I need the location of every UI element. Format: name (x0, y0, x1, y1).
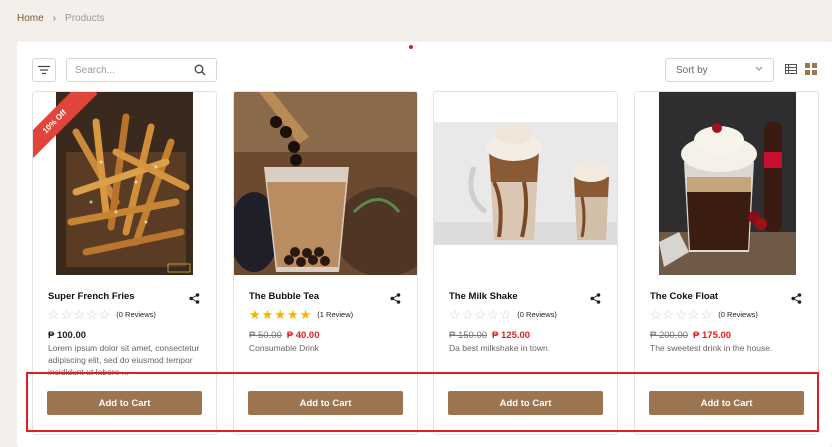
star-empty-icon: ☆ (73, 307, 85, 322)
product-image-milk-shake (434, 122, 617, 245)
star-empty-icon: ☆ (48, 307, 60, 322)
rating-stars: ★ ★ ★ ★ ★ (1 Review) (249, 308, 353, 321)
share-icon[interactable] (189, 293, 200, 304)
filter-button[interactable] (32, 58, 56, 82)
price-block: ₱ 200.00 ₱ 175.00 (650, 330, 731, 341)
review-count[interactable]: (0 Reviews) (116, 310, 156, 319)
share-icon[interactable] (791, 293, 802, 304)
star-empty-icon: ☆ (675, 307, 687, 322)
sort-select[interactable]: Sort by (665, 58, 774, 82)
star-empty-icon: ☆ (461, 307, 474, 322)
list-view-icon[interactable] (785, 64, 797, 74)
star-empty-icon: ☆ (650, 307, 662, 322)
original-price: ₱ 150.00 (449, 330, 488, 341)
sale-price: ₱ 40.00 (286, 330, 320, 341)
search-input[interactable] (75, 63, 187, 78)
original-price: ₱ 200.00 (650, 330, 689, 341)
share-icon[interactable] (590, 293, 601, 304)
price: ₱ 100.00 (48, 330, 87, 341)
breadcrumb-current: Products (65, 13, 105, 24)
rating-stars: ☆ ☆ ☆ ☆ ☆ (0 Reviews) (449, 308, 557, 321)
star-empty-icon: ☆ (85, 307, 98, 322)
rating-stars: ☆ ☆ ☆ ☆ ☆ (0 Reviews) (650, 308, 758, 321)
price-block: ₱ 150.00 ₱ 125.00 (449, 330, 530, 341)
sale-price: ₱ 175.00 (693, 330, 732, 341)
breadcrumb-home[interactable]: Home (17, 13, 44, 24)
grid-view-icon[interactable] (805, 63, 817, 75)
star-filled-icon: ★ (274, 307, 286, 322)
search-icon[interactable] (194, 64, 206, 76)
sale-price: ₱ 125.00 (492, 330, 531, 341)
star-empty-icon: ☆ (60, 307, 73, 322)
product-image-fries (56, 92, 193, 275)
share-icon[interactable] (390, 293, 401, 304)
product-image-coke-float (659, 92, 796, 275)
star-empty-icon: ☆ (474, 307, 486, 322)
star-empty-icon: ☆ (98, 307, 111, 322)
star-empty-icon: ☆ (700, 307, 713, 322)
product-name[interactable]: Super French Fries (48, 291, 135, 302)
chevron-down-icon (755, 66, 763, 71)
product-name[interactable]: The Bubble Tea (249, 291, 319, 302)
star-filled-icon: ★ (249, 307, 261, 322)
product-name[interactable]: The Coke Float (650, 291, 718, 302)
review-count[interactable]: (1 Review) (317, 310, 353, 319)
product-image-bubble-tea (234, 92, 417, 275)
review-count[interactable]: (0 Reviews) (718, 310, 758, 319)
price-block: ₱ 50.00 ₱ 40.00 (249, 330, 320, 341)
price-block: ₱ 100.00 (48, 330, 86, 341)
original-price: ₱ 50.00 (249, 330, 282, 341)
rating-stars: ☆ ☆ ☆ ☆ ☆ (0 Reviews) (48, 308, 156, 321)
breadcrumb: Home › Products (17, 13, 105, 24)
star-filled-icon: ★ (299, 307, 312, 322)
star-empty-icon: ☆ (687, 307, 700, 322)
star-empty-icon: ☆ (486, 307, 499, 322)
star-empty-icon: ☆ (499, 307, 512, 322)
indicator-dot (409, 45, 413, 49)
star-filled-icon: ★ (261, 307, 274, 322)
breadcrumb-separator-icon: › (52, 13, 57, 24)
filter-icon (38, 65, 50, 75)
star-empty-icon: ☆ (449, 307, 461, 322)
highlight-box (26, 372, 819, 432)
sort-label: Sort by (676, 65, 708, 76)
review-count[interactable]: (0 Reviews) (517, 310, 557, 319)
product-name[interactable]: The Milk Shake (449, 291, 518, 302)
search-box (66, 58, 217, 82)
star-empty-icon: ☆ (662, 307, 675, 322)
star-filled-icon: ★ (286, 307, 299, 322)
